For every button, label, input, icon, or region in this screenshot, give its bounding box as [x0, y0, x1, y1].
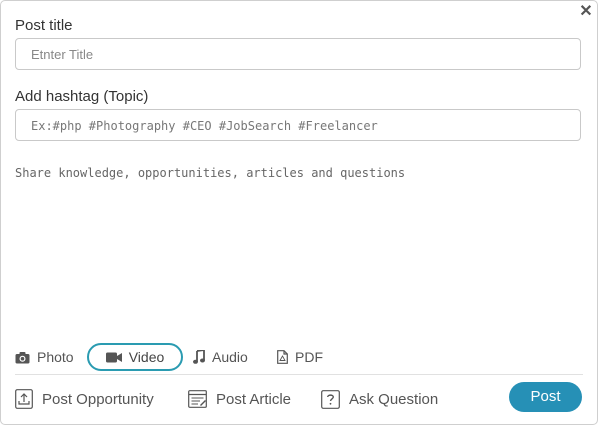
upload-icon: [15, 389, 33, 409]
tab-audio-label: Audio: [212, 349, 248, 365]
camera-icon: [15, 351, 30, 363]
post-title-label: Post title: [15, 17, 73, 34]
music-note-icon: [193, 350, 205, 364]
tab-audio[interactable]: Audio: [193, 343, 248, 371]
divider: [15, 374, 583, 375]
post-opportunity-button[interactable]: Post Opportunity: [15, 387, 154, 411]
ask-question-button[interactable]: Ask Question: [321, 387, 438, 411]
tab-photo-label: Photo: [37, 349, 74, 365]
tab-photo[interactable]: Photo: [15, 343, 74, 371]
tab-video-label: Video: [128, 349, 165, 365]
post-title-input[interactable]: Etnter Title: [15, 38, 581, 70]
close-icon[interactable]: ✕: [579, 4, 593, 20]
post-opportunity-label: Post Opportunity: [42, 390, 154, 408]
tab-pdf-label: PDF: [295, 349, 323, 365]
hashtag-label: Add hashtag (Topic): [15, 88, 149, 105]
create-post-modal: ✕ Post title Etnter Title Add hashtag (T…: [0, 0, 598, 425]
question-icon: [321, 389, 340, 409]
video-camera-icon: [105, 352, 122, 362]
pdf-file-icon: [277, 350, 288, 364]
ask-question-label: Ask Question: [349, 390, 439, 408]
post-button[interactable]: Post: [509, 382, 582, 412]
post-title-placeholder: Etnter Title: [31, 47, 94, 62]
hashtag-placeholder: Ex:#php #Photography #CEO #JobSearch #Fr…: [31, 119, 378, 133]
hashtag-input[interactable]: Ex:#php #Photography #CEO #JobSearch #Fr…: [15, 109, 581, 141]
post-article-label: Post Article: [216, 390, 292, 408]
tab-pdf[interactable]: PDF: [277, 343, 323, 371]
article-icon: [188, 390, 207, 408]
post-article-button[interactable]: Post Article: [188, 387, 291, 411]
tab-video[interactable]: Video: [87, 343, 183, 371]
post-body-textarea[interactable]: Share knowledge, opportunities, articles…: [15, 166, 405, 180]
